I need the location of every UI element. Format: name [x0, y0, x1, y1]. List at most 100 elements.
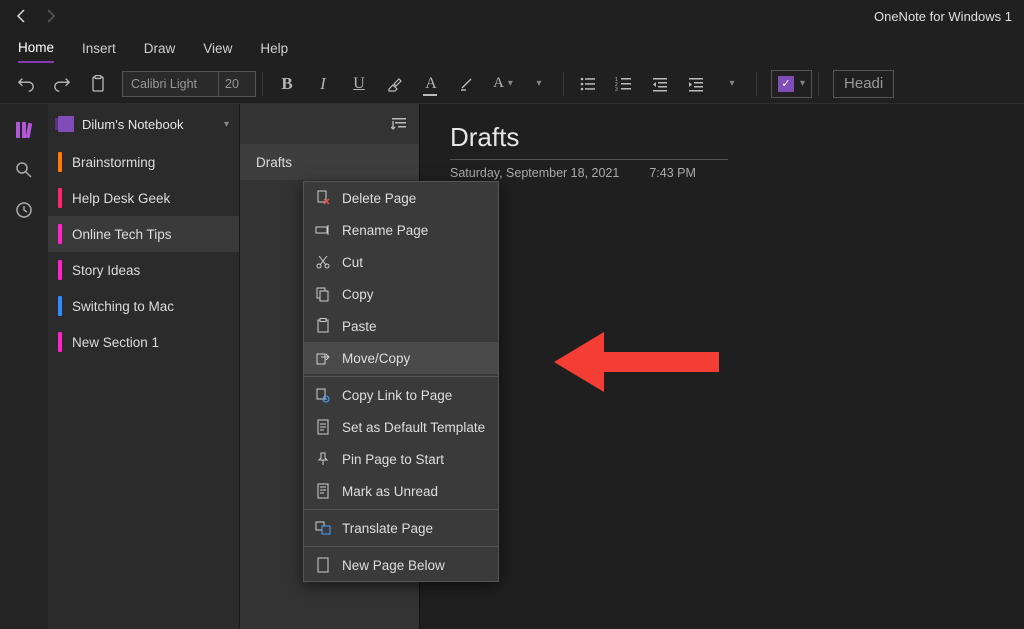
section-item[interactable]: Help Desk Geek	[48, 180, 239, 216]
section-label: Switching to Mac	[72, 299, 174, 314]
page-context-menu: Delete Page Rename Page Cut Copy Paste Move/C…	[303, 181, 499, 582]
context-menu-label: Copy Link to Page	[342, 388, 452, 403]
increase-indent-button[interactable]	[680, 68, 712, 100]
sort-pages-button[interactable]	[391, 116, 407, 132]
page-time: 7:43 PM	[649, 166, 696, 180]
context-menu-item[interactable]: Cut	[304, 246, 498, 278]
notebook-dropdown[interactable]: Dilum's Notebook ▾	[48, 104, 239, 144]
pin-icon	[314, 450, 332, 468]
section-item[interactable]: Brainstorming	[48, 144, 239, 180]
page-item[interactable]: Drafts	[240, 144, 419, 180]
font-selector[interactable]: Calibri Light 20	[122, 71, 256, 97]
move-copy-icon	[314, 349, 332, 367]
bold-button[interactable]: B	[271, 68, 303, 100]
undo-button[interactable]	[10, 68, 42, 100]
context-menu-item[interactable]: Move/Copy	[304, 342, 498, 374]
page-date: Saturday, September 18, 2021	[450, 166, 619, 180]
context-menu-label: Paste	[342, 319, 377, 334]
context-menu-label: Rename Page	[342, 223, 428, 238]
section-color-swatch	[58, 296, 62, 316]
context-menu-item[interactable]: Mark as Unread	[304, 475, 498, 507]
rename-icon	[314, 221, 332, 239]
context-menu-label: Pin Page to Start	[342, 452, 444, 467]
search-rail-icon[interactable]	[8, 154, 40, 186]
paste-icon	[314, 317, 332, 335]
translate-icon	[314, 519, 332, 537]
context-menu-label: Cut	[342, 255, 363, 270]
section-color-swatch	[58, 152, 62, 172]
context-menu-label: Delete Page	[342, 191, 416, 206]
cut-icon	[314, 253, 332, 271]
more-font-button[interactable]: ▾	[523, 68, 555, 100]
section-label: New Section 1	[72, 335, 159, 350]
context-menu-separator	[304, 509, 498, 510]
font-size-field[interactable]: 20	[219, 72, 255, 96]
section-item[interactable]: Story Ideas	[48, 252, 239, 288]
context-menu-label: New Page Below	[342, 558, 445, 573]
numbered-list-button[interactable]: 123	[608, 68, 640, 100]
section-label: Online Tech Tips	[72, 227, 172, 242]
heading-style-button[interactable]: Headi	[833, 70, 894, 98]
chevron-down-icon: ▾	[224, 119, 229, 130]
italic-button[interactable]: I	[307, 68, 339, 100]
highlight-button[interactable]	[379, 68, 411, 100]
notebooks-rail-icon[interactable]	[8, 114, 40, 146]
context-menu-item[interactable]: Copy	[304, 278, 498, 310]
ribbon-tabs: Home Insert Draw View Help	[0, 32, 1024, 64]
ribbon-tab-help[interactable]: Help	[260, 35, 288, 62]
ribbon-tab-view[interactable]: View	[203, 35, 232, 62]
copy-link-icon	[314, 386, 332, 404]
context-menu-label: Translate Page	[342, 521, 433, 536]
context-menu-item[interactable]: Pin Page to Start	[304, 443, 498, 475]
section-color-swatch	[58, 332, 62, 352]
context-menu-item[interactable]: New Page Below	[304, 549, 498, 581]
clear-formatting-button[interactable]	[451, 68, 483, 100]
context-menu-item[interactable]: Rename Page	[304, 214, 498, 246]
template-icon	[314, 418, 332, 436]
context-menu-item[interactable]: Delete Page	[304, 182, 498, 214]
section-label: Story Ideas	[72, 263, 140, 278]
decrease-indent-button[interactable]	[644, 68, 676, 100]
copy-icon	[314, 285, 332, 303]
nav-forward-button[interactable]	[36, 2, 64, 30]
section-label: Help Desk Geek	[72, 191, 170, 206]
ribbon-tab-insert[interactable]: Insert	[82, 35, 116, 62]
redo-button[interactable]	[46, 68, 78, 100]
page-title[interactable]: Drafts	[450, 122, 994, 157]
clipboard-button[interactable]	[82, 68, 114, 100]
context-menu-label: Mark as Unread	[342, 484, 438, 499]
font-color-button[interactable]: A	[415, 68, 447, 100]
text-color-button[interactable]: A▾	[487, 68, 519, 100]
ribbon-tab-home[interactable]: Home	[18, 34, 54, 63]
new-page-icon	[314, 556, 332, 574]
notebook-name: Dilum's Notebook	[82, 117, 216, 132]
context-menu-item[interactable]: Set as Default Template	[304, 411, 498, 443]
section-color-swatch	[58, 224, 62, 244]
bullet-list-button[interactable]	[572, 68, 604, 100]
app-title: OneNote for Windows 1	[874, 9, 1016, 24]
context-menu-separator	[304, 546, 498, 547]
section-item[interactable]: Online Tech Tips	[48, 216, 239, 252]
context-menu-label: Set as Default Template	[342, 420, 485, 435]
context-menu-label: Copy	[342, 287, 374, 302]
section-item[interactable]: Switching to Mac	[48, 288, 239, 324]
tags-button[interactable]: ✓ ▾	[771, 70, 812, 98]
delete-page-icon	[314, 189, 332, 207]
context-menu-item[interactable]: Paste	[304, 310, 498, 342]
context-menu-separator	[304, 376, 498, 377]
paragraph-more-button[interactable]: ▾	[716, 68, 748, 100]
recent-rail-icon[interactable]	[8, 194, 40, 226]
checkbox-icon: ✓	[778, 76, 794, 92]
font-name-field[interactable]: Calibri Light	[123, 72, 219, 96]
context-menu-label: Move/Copy	[342, 351, 410, 366]
svg-text:3: 3	[615, 87, 618, 93]
ribbon-tab-draw[interactable]: Draw	[144, 35, 176, 62]
mark-unread-icon	[314, 482, 332, 500]
nav-back-button[interactable]	[8, 2, 36, 30]
notebook-icon	[58, 116, 74, 132]
context-menu-item[interactable]: Copy Link to Page	[304, 379, 498, 411]
underline-button[interactable]: U	[343, 68, 375, 100]
section-item[interactable]: New Section 1	[48, 324, 239, 360]
context-menu-item[interactable]: Translate Page	[304, 512, 498, 544]
section-color-swatch	[58, 188, 62, 208]
